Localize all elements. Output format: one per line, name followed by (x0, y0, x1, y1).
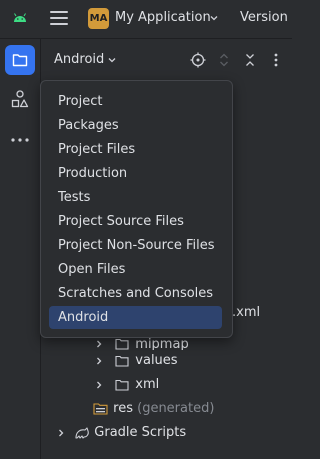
vcs-widget[interactable]: Version (240, 10, 288, 25)
menu-item-packages[interactable]: Packages (49, 114, 222, 137)
folder-icon (115, 355, 129, 367)
menu-item-scratches-and-consoles[interactable]: Scratches and Consoles (49, 282, 222, 305)
project-tool-button[interactable] (5, 45, 35, 75)
menu-item-tests[interactable]: Tests (49, 186, 222, 209)
gradle-icon (75, 426, 89, 439)
tree-item-label: mipmap (135, 338, 189, 350)
tree-item-label: xml (135, 377, 160, 392)
chevron-right-icon[interactable] (94, 339, 104, 349)
tree-item-label: .xml (232, 305, 261, 320)
menu-item-open-files[interactable]: Open Files (49, 258, 222, 281)
tree-item-gradle-scripts[interactable]: Gradle Scripts (56, 422, 186, 444)
more-tools-icon[interactable] (10, 138, 30, 142)
folder-icon (12, 54, 28, 67)
tree-item-values[interactable]: values (94, 350, 178, 372)
tree-item-label: res (113, 401, 133, 416)
chevron-right-icon[interactable] (94, 380, 104, 390)
tree-item-label: Gradle Scripts (94, 425, 187, 440)
chevron-down-icon[interactable] (107, 56, 117, 64)
generated-folder-icon (93, 402, 108, 415)
collapse-all-icon[interactable] (242, 52, 258, 68)
tree-item-xml-file[interactable]: .xml (232, 302, 260, 324)
main-menu-button[interactable] (50, 11, 68, 27)
chevron-right-icon[interactable] (56, 428, 66, 438)
android-logo-icon (14, 13, 26, 22)
structure-icon[interactable] (11, 90, 29, 108)
tree-item-res-generated[interactable]: res (generated) (93, 398, 214, 420)
locate-file-icon[interactable] (190, 52, 206, 68)
tree-item-xml[interactable]: xml (94, 374, 159, 396)
chevron-down-icon[interactable] (209, 13, 219, 23)
menu-item-android[interactable]: Android (49, 306, 222, 329)
folder-icon (115, 338, 129, 350)
menu-item-project-non-source-files[interactable]: Project Non-Source Files (49, 234, 222, 257)
title-bar: MA My Application Version (0, 0, 292, 38)
project-badge[interactable]: MA (88, 8, 109, 29)
menu-item-production[interactable]: Production (49, 162, 222, 185)
project-name-selector[interactable]: My Application (115, 10, 211, 25)
menu-item-project-files[interactable]: Project Files (49, 138, 222, 161)
expand-all-icon[interactable] (216, 52, 232, 68)
menu-item-project[interactable]: Project (49, 90, 222, 113)
tree-item-label: values (135, 353, 178, 368)
tree-item-note: (generated) (137, 401, 215, 416)
title-bar-divider (0, 38, 292, 39)
project-view-selector[interactable]: Android (54, 52, 104, 67)
options-menu-icon[interactable] (268, 52, 284, 68)
tree-item-mipmap[interactable]: mipmap (94, 338, 189, 350)
chevron-right-icon[interactable] (94, 356, 104, 366)
folder-icon (115, 379, 129, 391)
project-view-dropdown: Project Packages Project Files Productio… (40, 80, 233, 338)
menu-item-project-source-files[interactable]: Project Source Files (49, 210, 222, 233)
